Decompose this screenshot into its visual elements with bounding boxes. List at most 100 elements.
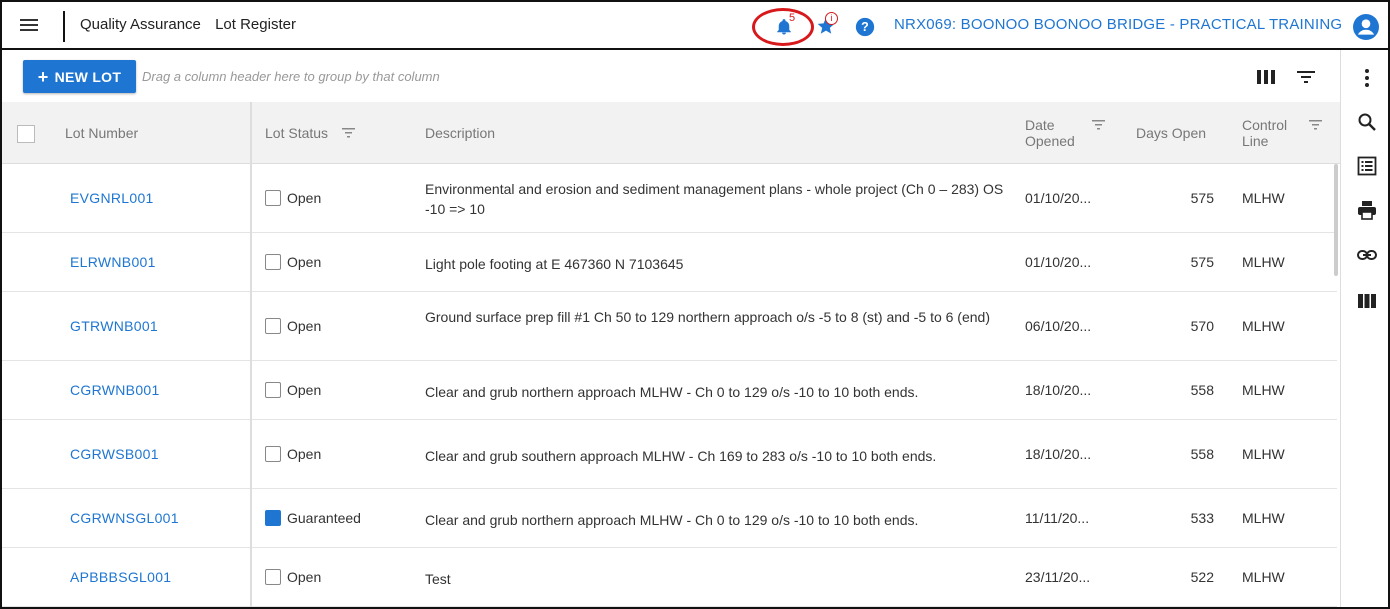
column-chooser-icon[interactable] (1257, 70, 1275, 84)
lot-status: Open (265, 382, 321, 398)
table-row[interactable]: GTRWNB001 Open Ground surface prep fill #1… (2, 292, 1337, 361)
columns-icon[interactable] (1357, 291, 1377, 311)
lot-status: Open (265, 190, 321, 206)
project-selector[interactable]: NRX069: BOONOO BOONOO BRIDGE - PRACTICAL… (894, 16, 1342, 33)
status-label: Open (287, 190, 322, 206)
days-open-cell: 533 (1190, 510, 1214, 526)
description-cell: Environmental and erosion and sediment m… (425, 181, 1004, 217)
lot-status: Open (265, 318, 321, 334)
description-cell: Clear and grub northern approach MLHW - … (425, 384, 919, 400)
app-frame: Quality Assurance Lot Register 5 i ? NRX… (0, 0, 1390, 609)
lot-status: Open (265, 569, 321, 585)
status-checkbox[interactable] (265, 446, 281, 462)
lot-number-link[interactable]: GTRWNB001 (70, 318, 158, 334)
lot-number-link[interactable]: ELRWNB001 (70, 254, 156, 270)
column-header-lot-number[interactable]: Lot Number (65, 125, 138, 141)
filter-icon[interactable] (1092, 120, 1105, 130)
description-cell: Clear and grub northern approach MLHW - … (425, 512, 919, 528)
table-row[interactable]: CGRWNB001 Open Clear and grub northern app… (2, 361, 1337, 420)
breadcrumb: Quality Assurance Lot Register (80, 16, 306, 33)
control-line-cell: MLHW (1242, 318, 1285, 334)
status-label: Open (287, 318, 322, 334)
lot-number-link[interactable]: CGRWNB001 (70, 382, 160, 398)
description-cell: Ground surface prep fill #1 Ch 50 to 129… (425, 309, 990, 325)
control-line-cell: MLHW (1242, 510, 1285, 526)
status-checkbox[interactable] (265, 254, 281, 270)
description-cell: Clear and grub southern approach MLHW - … (425, 448, 937, 464)
help-icon[interactable]: ? (855, 17, 875, 37)
lot-status: Open (265, 254, 321, 270)
days-open-cell: 575 (1190, 254, 1214, 270)
table-row[interactable]: CGRWNSGL001 Guaranteed Clear and grub nort… (2, 489, 1337, 548)
notifications-button[interactable]: 5 (752, 8, 814, 46)
description-cell: Test (425, 571, 451, 587)
description-cell: Light pole footing at E 467360 N 7103645 (425, 256, 684, 272)
menu-icon[interactable] (20, 16, 38, 34)
status-label: Open (287, 446, 322, 462)
status-label: Guaranteed (287, 510, 361, 526)
plus-icon: + (37, 66, 49, 87)
column-header-control-line[interactable]: Control Line (1242, 117, 1302, 149)
date-opened-cell: 01/10/20... (1025, 254, 1092, 270)
filter-icon[interactable] (342, 128, 355, 138)
top-bar: Quality Assurance Lot Register 5 i ? NRX… (2, 2, 1388, 50)
column-header-days-open[interactable]: Days Open (1136, 125, 1206, 141)
status-checkbox[interactable] (265, 510, 281, 526)
column-header-lot-status[interactable]: Lot Status (265, 125, 328, 141)
date-opened-cell: 18/10/20... (1025, 446, 1092, 462)
days-open-cell: 570 (1190, 318, 1214, 334)
status-checkbox[interactable] (265, 190, 281, 206)
breadcrumb-page: Lot Register (215, 16, 296, 33)
lot-status: Guaranteed (265, 510, 361, 526)
grid-toolbar: + NEW LOT Drag a column header here to g… (2, 50, 1340, 102)
lot-number-link[interactable]: EVGNRL001 (70, 190, 154, 206)
days-open-cell: 558 (1190, 382, 1214, 398)
days-open-cell: 558 (1190, 446, 1214, 462)
date-opened-cell: 06/10/20... (1025, 318, 1092, 334)
lot-number-link[interactable]: CGRWNSGL001 (70, 510, 179, 526)
column-header-description[interactable]: Description (425, 125, 495, 141)
divider (63, 11, 65, 42)
print-icon[interactable] (1357, 200, 1377, 220)
table-row[interactable]: ELRWNB001 Open Light pole footing at E 467… (2, 233, 1337, 292)
new-lot-label: NEW LOT (54, 68, 122, 85)
control-line-cell: MLHW (1242, 446, 1285, 462)
status-checkbox[interactable] (265, 318, 281, 334)
account-icon[interactable] (1353, 14, 1379, 40)
days-open-cell: 575 (1190, 190, 1214, 206)
grid-header: Lot Number Lot Status Description Date O… (2, 102, 1340, 164)
table-row[interactable]: CGRWSB001 Open Clear and grub southern app… (2, 420, 1337, 489)
favourites-badge: i (825, 12, 838, 25)
right-tool-rail (1340, 50, 1388, 607)
days-open-cell: 522 (1190, 569, 1214, 585)
status-label: Open (287, 254, 322, 270)
lot-number-link[interactable]: APBBBSGL001 (70, 569, 171, 585)
more-vert-icon[interactable] (1357, 68, 1377, 88)
date-opened-cell: 01/10/20... (1025, 190, 1092, 206)
new-lot-button[interactable]: + NEW LOT (23, 60, 136, 93)
vertical-scrollbar[interactable] (1334, 164, 1338, 276)
breadcrumb-module[interactable]: Quality Assurance (80, 16, 201, 33)
select-all-checkbox[interactable] (17, 125, 35, 143)
group-panel-hint[interactable]: Drag a column header here to group by th… (142, 69, 440, 84)
date-opened-cell: 23/11/20... (1025, 569, 1091, 585)
date-opened-cell: 11/11/20... (1025, 510, 1090, 526)
status-checkbox[interactable] (265, 569, 281, 585)
pinned-column-divider (250, 102, 252, 607)
control-line-cell: MLHW (1242, 569, 1285, 585)
control-line-cell: MLHW (1242, 382, 1285, 398)
favourites-button[interactable]: i (816, 12, 840, 36)
search-icon[interactable] (1357, 112, 1377, 132)
list-icon[interactable] (1357, 156, 1377, 176)
column-header-date-opened[interactable]: Date Opened (1025, 117, 1095, 149)
table-row[interactable]: APBBBSGL001 Open Test 23/11/20... 522 MLHW (2, 548, 1337, 607)
table-row[interactable]: EVGNRL001 Open Environmental and erosion a… (2, 164, 1337, 233)
lot-number-link[interactable]: CGRWSB001 (70, 446, 159, 462)
status-label: Open (287, 569, 322, 585)
date-opened-cell: 18/10/20... (1025, 382, 1092, 398)
filter-icon[interactable] (1309, 120, 1322, 130)
filter-icon[interactable] (1297, 70, 1315, 84)
status-checkbox[interactable] (265, 382, 281, 398)
link-icon[interactable] (1357, 245, 1377, 265)
lot-register-grid: Lot Number Lot Status Description Date O… (2, 102, 1340, 607)
